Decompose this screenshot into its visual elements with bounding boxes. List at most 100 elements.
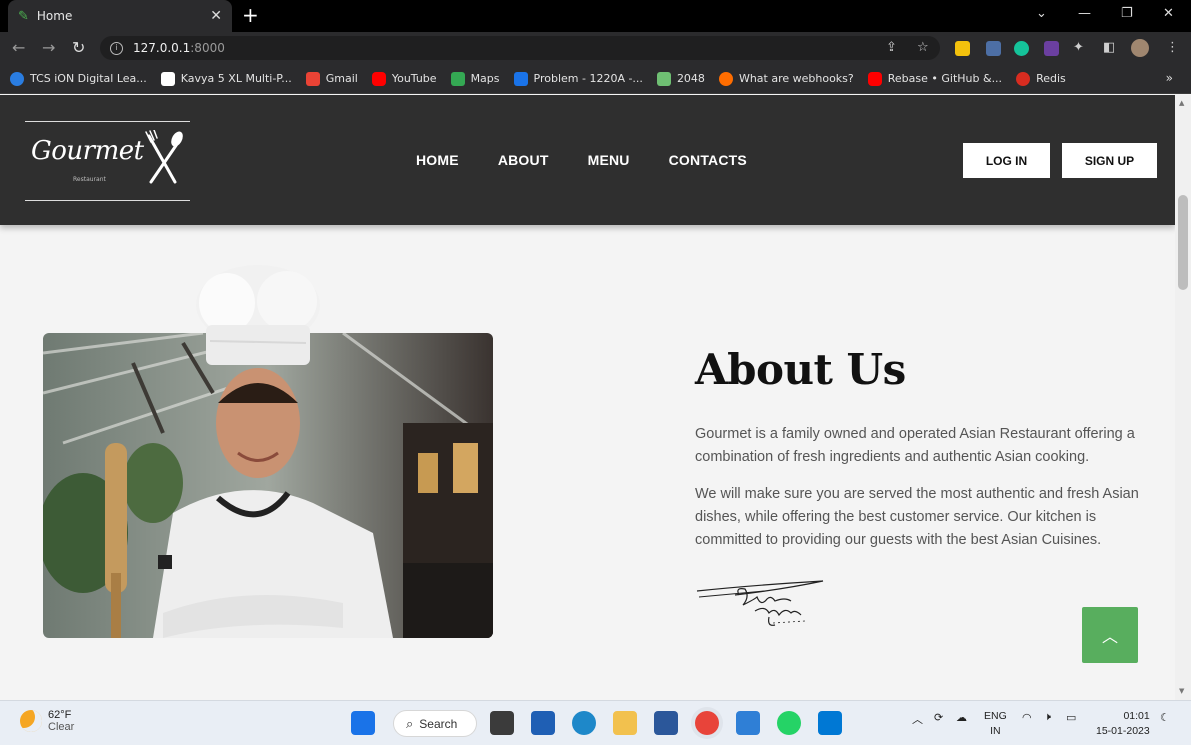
url-host: 127.0.0.1 [133,41,191,55]
windows-taskbar: 62°F Clear ⌕ Search ︿ ⟳ ☁ ENG IN ◠ 🕨 ▭ 0… [0,700,1191,745]
bookmark-item[interactable]: Rebase • GitHub &... [867,71,1002,86]
wifi-icon[interactable]: ◠ [1022,711,1032,724]
chevron-up-icon: ︿ [1101,627,1118,646]
login-button[interactable]: LOG IN [963,143,1050,178]
page-scrollbar[interactable]: ▲ ▼ [1175,95,1191,700]
grammarly-icon[interactable] [1014,41,1029,56]
bookmark-item[interactable]: Problem - 1220A -... [513,71,643,86]
scroll-up-arrow-icon[interactable]: ▲ [1179,99,1184,107]
youtube-icon [867,71,882,86]
chef-illustration [43,333,493,638]
restore-button[interactable]: ❐ [1121,6,1133,21]
nav-contacts[interactable]: CONTACTS [669,152,747,168]
cutlery-icon [145,130,183,184]
battery-icon[interactable]: ▭ [1066,711,1076,724]
site-info-icon[interactable]: i [110,41,123,55]
input-language[interactable]: ENG IN [984,709,1007,739]
taskbar-search[interactable]: ⌕ Search [393,710,477,737]
extension-pen-icon[interactable] [986,41,1001,56]
clock-time: 01:01 [1123,710,1150,722]
task-view-icon[interactable] [490,711,514,735]
signup-button[interactable]: SIGN UP [1062,143,1157,178]
profile-avatar[interactable] [1131,39,1149,57]
extension-purple-icon[interactable] [1044,41,1059,56]
site-header: Gourmet Restaurant HOME ABOUT MENU CONTA… [0,95,1175,225]
close-window-button[interactable]: ✕ [1163,6,1174,21]
edge-icon[interactable] [572,711,596,735]
extensions-puzzle-icon[interactable]: ✦ [1073,40,1084,55]
moon-icon [20,710,42,732]
nav-home[interactable]: HOME [416,152,459,168]
bookmark-item[interactable]: YouTube [371,71,437,86]
close-tab-icon[interactable]: ✕ [210,8,222,24]
main-nav: HOME ABOUT MENU CONTACTS [416,152,786,168]
tab-home[interactable]: ✎ Home ✕ [8,0,232,32]
owner-signature [696,580,824,626]
bookmark-item[interactable]: What are webhooks? [718,71,854,86]
tab-search-icon[interactable]: ⌄ [1036,6,1047,21]
share-icon[interactable]: ⇪ [886,40,897,55]
page-favicon-icon: ✎ [18,8,29,24]
word-icon[interactable] [654,711,678,735]
focus-assist-moon-icon[interactable]: ☾ [1160,711,1170,724]
tab-title: Home [36,9,73,23]
youtube-icon [371,71,386,86]
bookmark-item[interactable]: Gmail [305,71,358,86]
forward-button[interactable]: → [42,38,55,57]
gmail-icon [305,71,320,86]
redis-icon [1016,71,1031,86]
game-2048-icon [656,71,671,86]
clock-date: 15-01-2023 [1096,725,1150,737]
bookmark-item[interactable]: Maps [450,71,500,86]
onedrive-cloud-icon[interactable]: ☁ [956,711,967,724]
browser-tabstrip: ✎ Home ✕ + ⌄ — ❐ ✕ [0,0,1191,32]
whatsapp-icon[interactable] [777,711,801,735]
scrollbar-thumb[interactable] [1178,195,1188,290]
search-icon: ⌕ [406,715,414,731]
weather-condition: Clear [48,721,75,733]
scroll-to-top-button[interactable]: ︿ [1082,607,1138,663]
extension-v-icon[interactable] [955,41,970,56]
bookmark-item[interactable]: Kavya 5 XL Multi-P... [160,71,292,86]
amazon-icon [160,71,175,86]
nav-about[interactable]: ABOUT [498,152,549,168]
windows-start-icon[interactable] [351,711,375,735]
weather-widget[interactable]: 62°F Clear [20,709,74,733]
bookmark-item[interactable]: TCS iON Digital Lea... [10,71,147,86]
reload-button[interactable]: ↻ [72,38,85,57]
bookmark-item[interactable]: 2048 [656,71,705,86]
about-title: About Us [695,345,906,394]
page-viewport: Gourmet Restaurant HOME ABOUT MENU CONTA… [0,95,1175,700]
maps-icon [450,71,465,86]
system-clock[interactable]: 01:01 15-01-2023 [1096,709,1150,739]
url-port: :8000 [190,41,225,55]
file-explorer-icon[interactable] [613,711,637,735]
weather-temperature: 62°F [48,709,72,721]
bookmark-item[interactable]: Redis [1016,71,1066,86]
scroll-down-arrow-icon[interactable]: ▼ [1179,687,1184,695]
address-bar[interactable]: i 127.0.0.1 :8000 [100,36,940,60]
nav-menu[interactable]: MENU [588,152,630,168]
new-tab-button[interactable]: + [242,5,259,25]
volume-icon[interactable]: 🕨 [1044,711,1051,724]
chef-hat-image [196,265,320,365]
chef-photo [43,333,493,638]
about-paragraph-1: Gourmet is a family owned and operated A… [695,426,1135,465]
site-logo[interactable]: Gourmet Restaurant [25,121,190,201]
zapier-icon [718,71,733,86]
about-paragraph-2: We will make sure you are served the mos… [695,486,1139,548]
browser-menu-icon[interactable]: ⋮ [1166,40,1179,55]
bookmark-star-icon[interactable]: ☆ [917,40,929,55]
back-button[interactable]: ← [12,38,25,57]
logo-subtext: Restaurant [73,176,106,183]
chrome-icon[interactable] [695,711,719,735]
show-hidden-icons-icon[interactable]: ︿ [912,711,923,727]
sync-icon[interactable]: ⟳ [934,711,943,724]
bookmark-favicon-icon [10,71,24,86]
minimize-button[interactable]: — [1078,6,1091,21]
side-panel-icon[interactable]: ◧ [1103,40,1115,55]
vscode-icon[interactable] [818,711,842,735]
more-bookmarks-button[interactable]: » [1166,71,1173,85]
photos-icon[interactable] [736,711,760,735]
microsoft-store-icon[interactable] [531,711,555,735]
